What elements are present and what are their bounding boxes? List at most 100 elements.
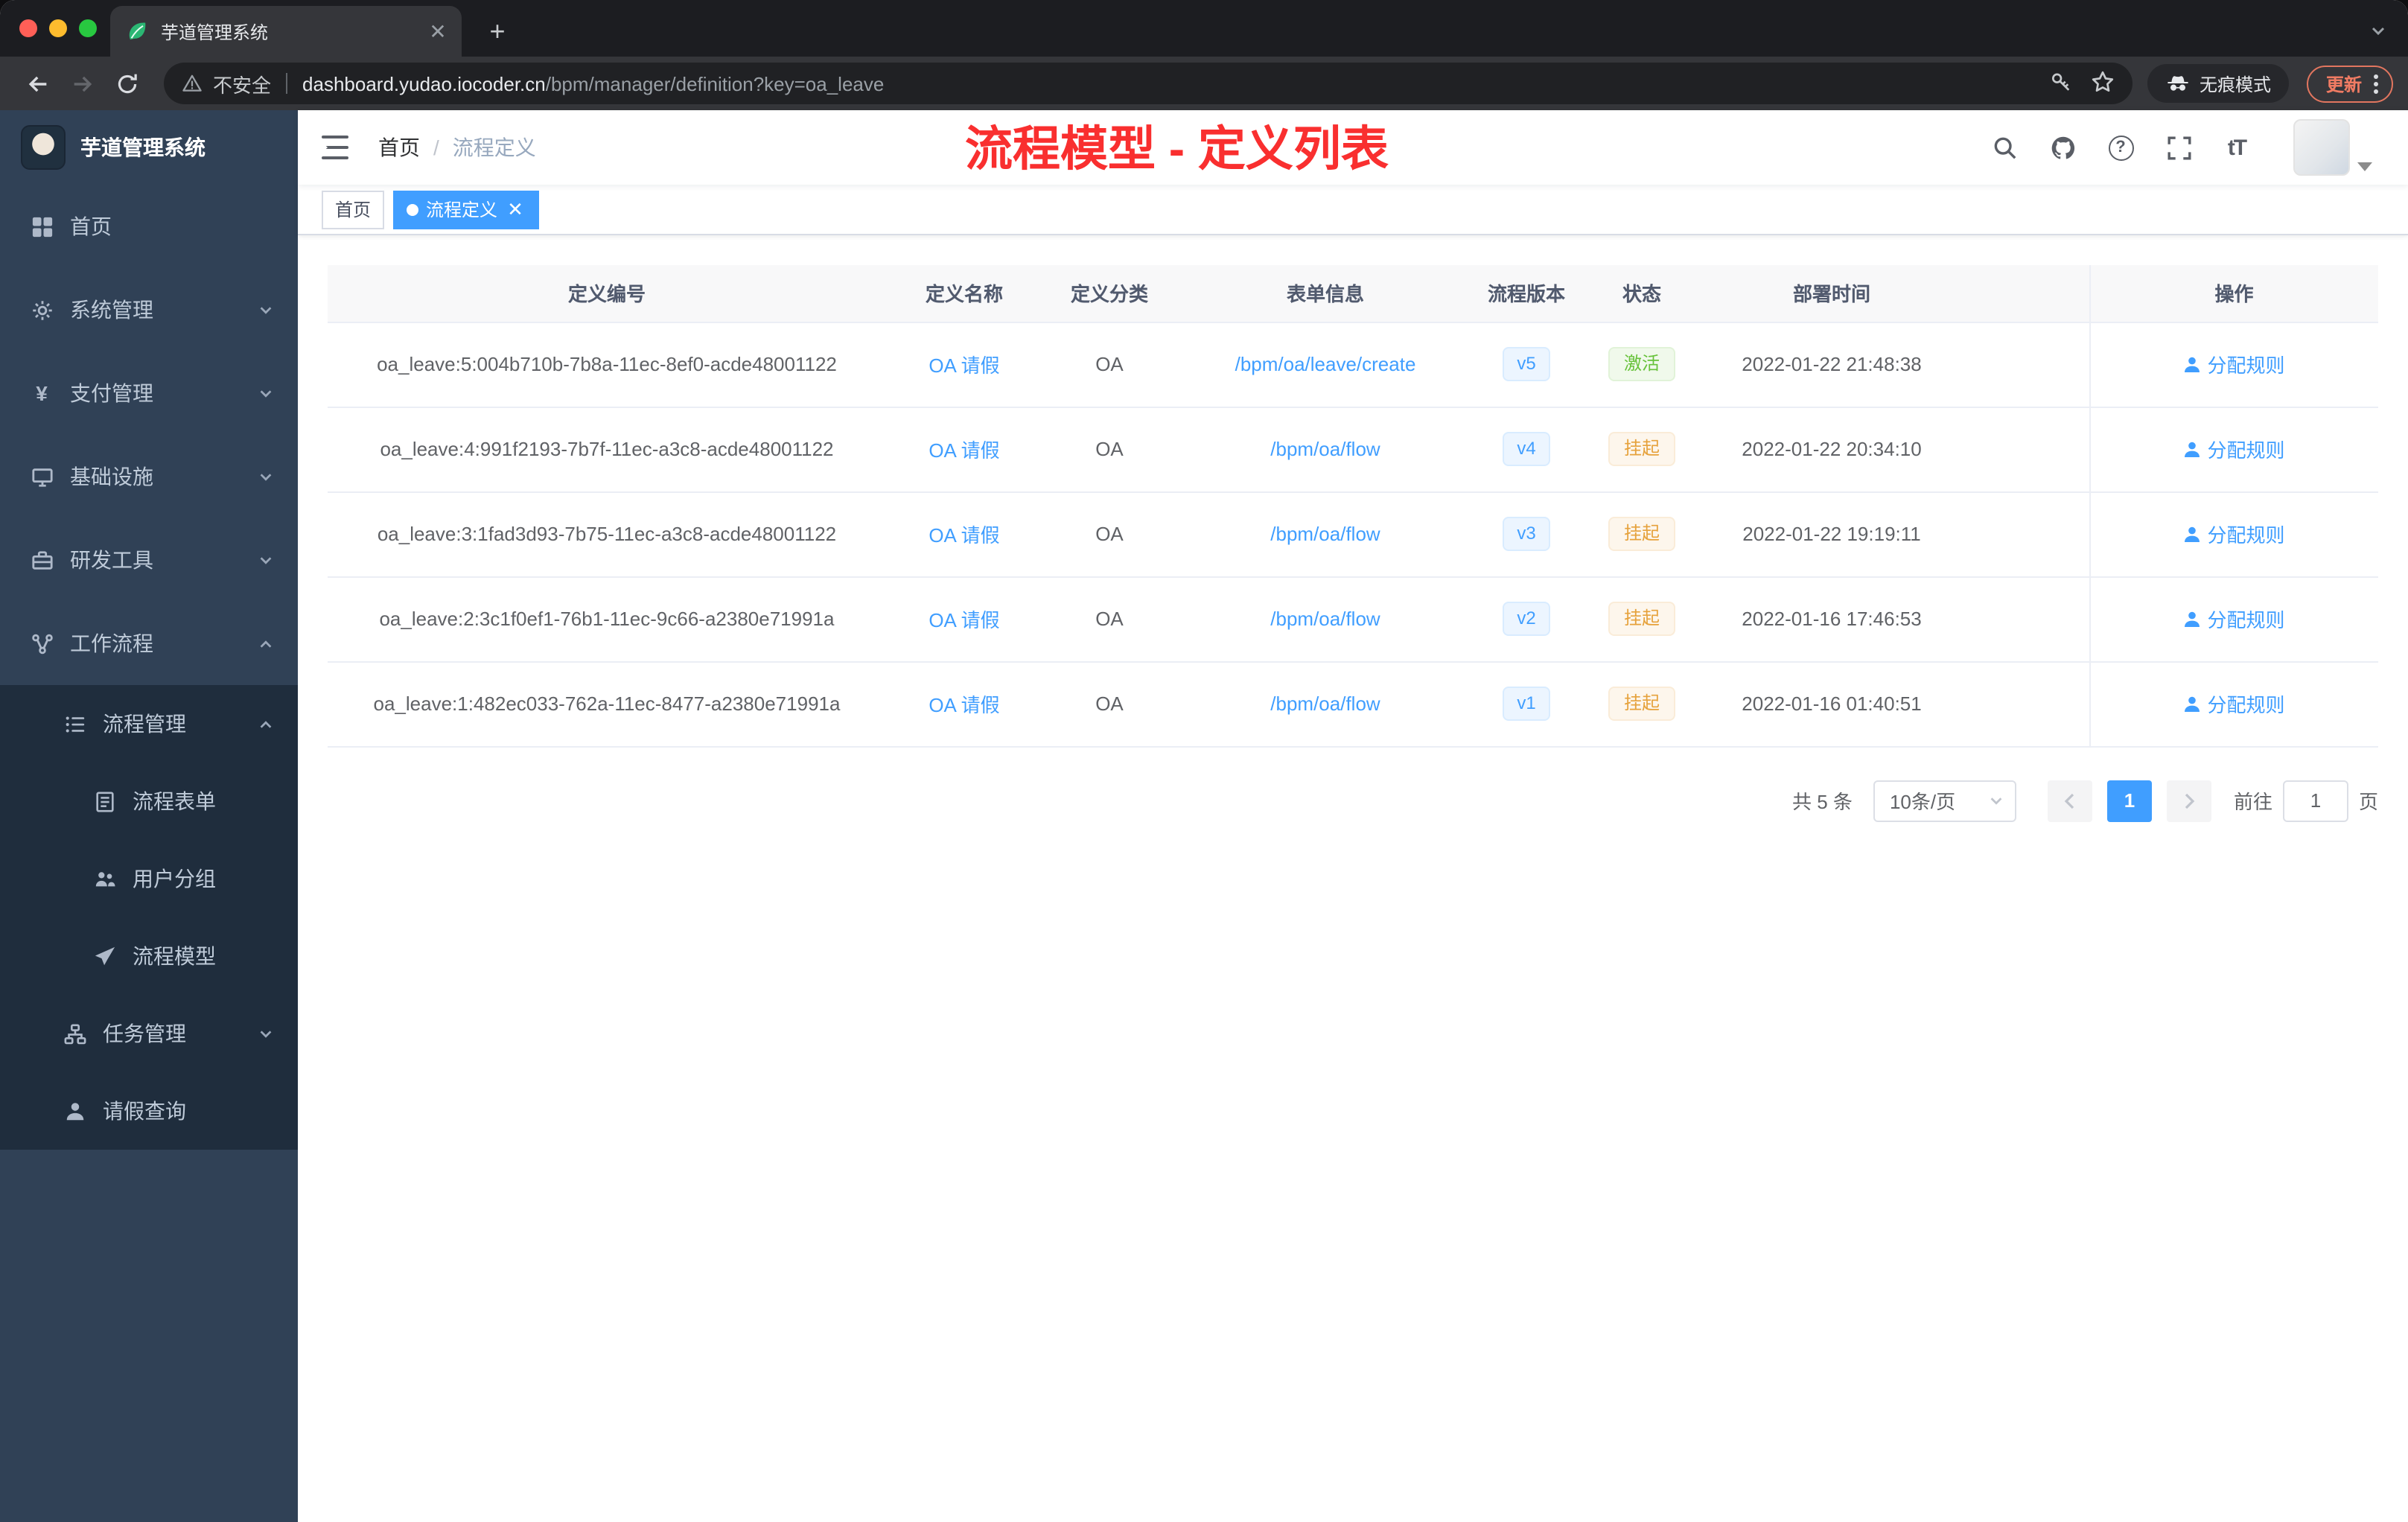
logo-avatar [21,125,66,170]
navbar-actions: ? tT [1988,119,2372,176]
definition-name-link[interactable]: OA 请假 [929,524,999,547]
assign-rule-label: 分配规则 [2207,439,2285,462]
logo-title: 芋道管理系统 [80,136,206,159]
help-icon[interactable]: ? [2104,131,2137,164]
password-key-icon[interactable] [2049,69,2073,98]
column-header: 状态 [1579,265,1705,322]
status-badge: 挂起 [1608,602,1675,636]
address-bar[interactable]: 不安全 dashboard.yudao.iocoder.cn/bpm/manag… [164,63,2133,104]
sidebar-item-home[interactable]: 首页 [0,185,298,268]
sidebar-item-infrastructure[interactable]: 基础设施 [0,435,298,518]
deploy-time: 2022-01-22 20:34:10 [1705,407,1958,492]
next-page-button[interactable] [2166,780,2211,821]
definition-name-link[interactable]: OA 请假 [929,439,999,462]
annotation-title: 流程模型 - 定义列表 [965,122,1389,176]
breadcrumb-item[interactable]: 首页 [378,133,420,162]
form-link[interactable]: /bpm/oa/flow [1270,523,1380,545]
main-area: 首页 / 流程定义 流程模型 - 定义列表 ? tT 首页 流程定义 ✕ 定义编号 定义名称… [298,110,2408,1522]
form-link[interactable]: /bpm/oa/flow [1270,438,1380,460]
tag-active-dot [407,203,419,215]
goto-suffix: 页 [2358,791,2378,813]
github-icon[interactable] [2046,131,2079,164]
assign-rule-link[interactable]: 分配规则 [2183,350,2285,378]
tags-view: 首页 流程定义 ✕ [298,185,2408,235]
form-icon [92,789,116,813]
sidebar-item-system[interactable]: 系统管理 [0,268,298,351]
sidebar-item-leave-query[interactable]: 请假查询 [0,1072,298,1150]
browser-menu-kebab-icon[interactable] [2374,74,2378,93]
sidebar-item-label: 基础设施 [70,465,153,488]
assign-rule-link[interactable]: 分配规则 [2183,520,2285,548]
window-minimize-button[interactable] [49,19,67,37]
page-number-button[interactable]: 1 [2106,780,2152,821]
sidebar-menu: 首页 系统管理 ¥ 支付管理基础设施研发工具 工作流程 流程管理 流程表单 用户分组 流程模型任… [0,185,298,1150]
browser-toolbar: 不安全 dashboard.yudao.iocoder.cn/bpm/manag… [0,57,2408,110]
table-row: oa_leave:2:3c1f0ef1-76b1-11ec-9c66-a2380… [328,576,2378,662]
version-badge: v1 [1502,687,1551,721]
url-path: /bpm/manager/definition?key=oa_leave [545,72,885,95]
browser-tab[interactable]: 芋道管理系统 ✕ [110,6,462,57]
page-size-select[interactable]: 10条/页 [1873,780,2016,821]
form-link[interactable]: /bpm/oa/flow [1270,608,1380,630]
font-size-icon[interactable]: tT [2220,131,2253,164]
tag-close-icon[interactable]: ✕ [505,199,526,220]
tab-close-icon[interactable]: ✕ [426,19,450,44]
tag-process-definition[interactable]: 流程定义 ✕ [393,190,540,229]
definition-name-link[interactable]: OA 请假 [929,354,999,377]
sidebar-logo[interactable]: 芋道管理系统 [0,110,298,185]
avatar[interactable] [2293,119,2350,176]
goto-page-input[interactable] [2282,780,2348,821]
tag-home[interactable]: 首页 [322,190,385,229]
sidebar-item-process-form[interactable]: 流程表单 [0,762,298,840]
spacer-cell [1958,576,2089,662]
top-navbar: 首页 / 流程定义 流程模型 - 定义列表 ? tT [298,110,2408,185]
assign-rule-link[interactable]: 分配规则 [2183,435,2285,463]
window-close-button[interactable] [19,19,37,37]
breadcrumb-item: 流程定义 [452,136,536,159]
back-icon[interactable] [15,63,60,104]
sidebar-item-task-manage[interactable]: 任务管理 [0,995,298,1072]
assign-rule-link[interactable]: 分配规则 [2183,605,2285,633]
chevron-down-icon [258,385,274,401]
breadcrumb: 首页 / 流程定义 [378,133,536,162]
new-tab-button[interactable]: + [477,6,518,57]
definition-category: OA [1042,322,1176,407]
yen-icon: ¥ [36,381,48,405]
spacer-cell [1958,322,2089,407]
user-menu[interactable] [2293,119,2372,176]
hamburger-icon[interactable] [298,110,372,185]
form-link[interactable]: /bpm/oa/leave/create [1235,353,1416,375]
definition-id: oa_leave:2:3c1f0ef1-76b1-11ec-9c66-a2380… [328,576,886,662]
window-zoom-button[interactable] [79,19,97,37]
sidebar-item-devtools[interactable]: 研发工具 [0,518,298,602]
browser-update-button[interactable]: 更新 [2306,65,2393,102]
definition-name-link[interactable]: OA 请假 [929,694,999,716]
column-spacer [1958,265,2089,322]
status-badge: 挂起 [1608,517,1675,551]
security-label[interactable]: 不安全 [213,69,271,98]
sidebar-item-process-model[interactable]: 流程模型 [0,917,298,995]
sidebar-item-workflow[interactable]: 工作流程 [0,602,298,685]
search-icon[interactable] [1988,131,2021,164]
forward-icon[interactable] [60,63,104,104]
assign-rule-link[interactable]: 分配规则 [2183,690,2285,718]
bookmark-star-icon[interactable] [2091,69,2115,98]
sidebar: 芋道管理系统 首页 系统管理 ¥ 支付管理基础设施研发工具 工作流程 流程管理 流程表单 用户… [0,110,298,1522]
tab-search-icon[interactable] [2369,6,2387,57]
deploy-time: 2022-01-16 17:46:53 [1705,576,1958,662]
sidebar-item-process-manage[interactable]: 流程管理 [0,685,298,762]
form-link[interactable]: /bpm/oa/flow [1270,692,1380,715]
sidebar-item-payment[interactable]: ¥ 支付管理 [0,351,298,435]
status-badge: 挂起 [1608,687,1675,721]
table-row: oa_leave:1:482ec033-762a-11ec-8477-a2380… [328,661,2378,747]
table-row: oa_leave:4:991f2193-7b7f-11ec-a3c8-acde4… [328,407,2378,492]
prev-page-button[interactable] [2047,780,2092,821]
definition-name-link[interactable]: OA 请假 [929,609,999,631]
user-icon [2183,355,2201,373]
fullscreen-icon[interactable] [2162,131,2195,164]
definition-category: OA [1042,491,1176,577]
reload-icon[interactable] [104,63,149,104]
sidebar-item-user-group[interactable]: 用户分组 [0,840,298,917]
page-size-value: 10条/页 [1889,791,1956,813]
send-icon [92,944,116,968]
